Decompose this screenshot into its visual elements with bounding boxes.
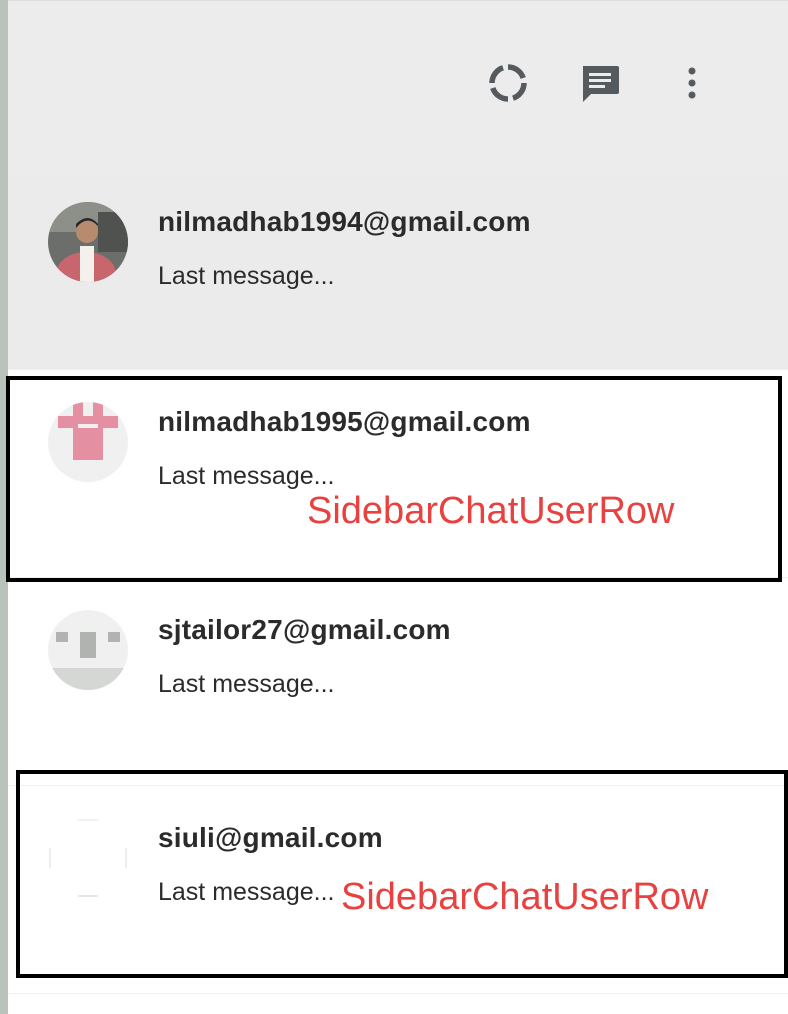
chat-row[interactable]: sjtailor27@gmail.com Last message... bbox=[8, 578, 788, 786]
avatar[interactable] bbox=[48, 610, 128, 690]
chat-last-message: Last message... bbox=[158, 462, 335, 490]
chat-last-message: Last message... bbox=[158, 262, 335, 290]
avatar[interactable] bbox=[48, 202, 128, 282]
chat-last-message: Last message... bbox=[158, 878, 335, 906]
chat-user-email: sjtailor27@gmail.com bbox=[158, 614, 451, 645]
more-vert-icon[interactable] bbox=[668, 59, 716, 107]
sidebar-page: nilmadhab1994@gmail.com Last message... … bbox=[0, 0, 788, 1014]
chat-row[interactable]: nilmadhab1994@gmail.com Last message... bbox=[8, 170, 788, 370]
status-icon[interactable] bbox=[484, 59, 532, 107]
chat-row[interactable]: nilmadhab1995@gmail.com Last message... bbox=[8, 370, 788, 578]
chat-user-email: nilmadhab1995@gmail.com bbox=[158, 406, 531, 437]
new-chat-icon[interactable] bbox=[576, 59, 624, 107]
annotation-label: SidebarChatUserRow bbox=[341, 876, 709, 918]
chat-last-message: Last message... bbox=[158, 670, 335, 698]
annotation-label: SidebarChatUserRow bbox=[307, 490, 675, 532]
chat-user-email: siuli@gmail.com bbox=[158, 822, 383, 853]
avatar[interactable] bbox=[48, 402, 128, 482]
avatar[interactable] bbox=[48, 818, 128, 898]
left-edge-strip bbox=[0, 0, 8, 1014]
chat-user-email: nilmadhab1994@gmail.com bbox=[158, 206, 531, 237]
sidebar-header bbox=[8, 0, 788, 170]
